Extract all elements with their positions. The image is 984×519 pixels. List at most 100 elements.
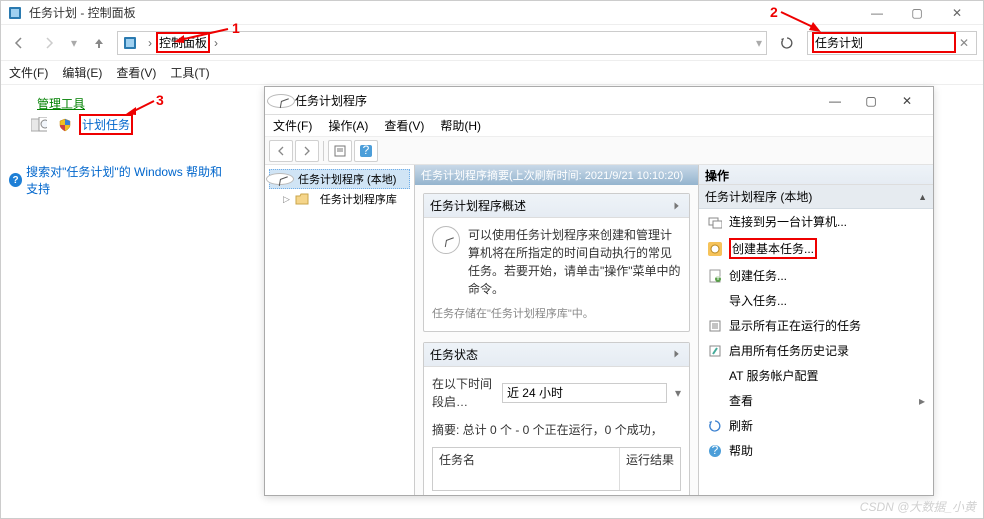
titlebar[interactable]: 任务计划 - 控制面板 — ▢ ✕: [1, 1, 983, 25]
shield-icon: [57, 117, 73, 133]
action-item-label: 帮助: [729, 442, 753, 459]
expand-icon[interactable]: ▷: [283, 194, 290, 205]
dropdown-icon[interactable]: ▾: [756, 36, 762, 50]
menu-file[interactable]: 文件(F): [273, 117, 312, 134]
back-button[interactable]: [269, 140, 293, 162]
collapse-icon[interactable]: ▲: [673, 200, 681, 212]
range-select[interactable]: [502, 383, 667, 403]
help-text: 搜索对"任务计划"的 Windows 帮助和支持: [26, 163, 233, 197]
actions-subheader[interactable]: 任务计划程序 (本地) ▲: [699, 185, 933, 209]
clock-icon: [272, 171, 288, 187]
menu-tools[interactable]: 工具(T): [170, 64, 209, 81]
forward-button[interactable]: [295, 140, 319, 162]
help-link[interactable]: ? 搜索对"任务计划"的 Windows 帮助和支持: [9, 163, 233, 197]
arrow-icon: [124, 98, 156, 116]
at-icon: [707, 368, 723, 384]
titlebar[interactable]: 任务计划程序 — ▢ ✕: [265, 87, 933, 115]
action-item[interactable]: 查看▸: [699, 388, 933, 413]
action-item[interactable]: 显示所有正在运行的任务: [699, 313, 933, 338]
results-pane: 管理工具 计划任务 ? 搜索对"任务计划"的 Windows 帮助和支持: [1, 85, 241, 207]
folder-icon: [294, 191, 310, 207]
action-item-label: AT 服务帐户配置: [729, 367, 819, 384]
action-item[interactable]: +创建任务...: [699, 263, 933, 288]
action-item[interactable]: AT 服务帐户配置: [699, 363, 933, 388]
collapse-icon[interactable]: ▲: [673, 348, 681, 360]
ts-body: 任务计划程序 (本地) ▷ 任务计划程序库 任务计划程序摘要(上次刷新时间: 2…: [265, 165, 933, 495]
minimize-button[interactable]: —: [817, 89, 853, 113]
actions-pane: 操作 任务计划程序 (本地) ▲ 连接到另一台计算机...创建基本任务...+创…: [699, 165, 933, 495]
center-pane: 任务计划程序摘要(上次刷新时间: 2021/9/21 10:10:20) 任务计…: [415, 165, 699, 495]
nav-row: ▾ › 控制面板 › ▾ 任务计划 ✕: [1, 25, 983, 61]
menubar: 文件(F) 操作(A) 查看(V) 帮助(H): [265, 115, 933, 137]
create-icon: +: [707, 268, 723, 284]
close-button[interactable]: ✕: [889, 89, 925, 113]
overview-title-bar[interactable]: 任务计划程序概述 ▲: [424, 194, 689, 218]
admin-tools-link[interactable]: 管理工具: [37, 95, 85, 112]
annotation-number: 1: [232, 20, 240, 36]
maximize-button[interactable]: ▢: [897, 1, 937, 25]
history-icon: [707, 343, 723, 359]
clear-icon[interactable]: ✕: [956, 36, 972, 50]
menu-file[interactable]: 文件(F): [9, 64, 48, 81]
menubar: 文件(F) 编辑(E) 查看(V) 工具(T): [1, 61, 983, 85]
annotation-number: 3: [156, 92, 164, 108]
menu-edit[interactable]: 编辑(E): [62, 64, 102, 81]
menu-help[interactable]: 帮助(H): [440, 117, 481, 134]
action-item-label: 连接到另一台计算机...: [729, 213, 847, 230]
search-input[interactable]: 任务计划: [812, 32, 956, 53]
svg-text:?: ?: [363, 145, 370, 157]
forward-button[interactable]: [37, 31, 61, 55]
refresh-icon: [707, 418, 723, 434]
separator-icon: ›: [148, 36, 152, 50]
properties-button[interactable]: [328, 140, 352, 162]
tree-root-label: 任务计划程序 (本地): [298, 171, 396, 187]
overview-title: 任务计划程序概述: [430, 197, 526, 214]
toolbar: ?: [265, 137, 933, 165]
refresh-button[interactable]: [773, 31, 801, 55]
scheduled-tasks-link[interactable]: 计划任务: [79, 114, 133, 135]
action-item[interactable]: 连接到另一台计算机...: [699, 209, 933, 234]
action-item[interactable]: 启用所有任务历史记录: [699, 338, 933, 363]
actions-list: 连接到另一台计算机... 创建基本任务...+创建任务...导入任务...显示所有…: [699, 209, 933, 495]
minimize-button[interactable]: —: [857, 1, 897, 25]
action-item-label: 查看: [729, 392, 753, 409]
collapse-icon[interactable]: ▲: [918, 192, 927, 202]
action-item[interactable]: ?帮助: [699, 438, 933, 463]
menu-action[interactable]: 操作(A): [328, 117, 368, 134]
control-panel-item-icon: [31, 117, 47, 133]
import-icon: [707, 293, 723, 309]
up-button[interactable]: [87, 31, 111, 55]
control-panel-icon: [122, 35, 138, 51]
watermark: CSDN @大数据_小黄: [860, 498, 976, 515]
tree-item-label: 任务计划程序库: [320, 191, 397, 207]
summary-header: 任务计划程序摘要(上次刷新时间: 2021/9/21 10:10:20): [415, 165, 698, 185]
status-summary: 摘要: 总计 0 个 - 0 个正在运行，0 个成功，: [432, 421, 681, 439]
action-item[interactable]: 导入任务...: [699, 288, 933, 313]
status-title-bar[interactable]: 任务状态 ▲: [424, 343, 689, 367]
clock-icon: [432, 226, 460, 254]
menu-view[interactable]: 查看(V): [116, 64, 156, 81]
back-button[interactable]: [7, 31, 31, 55]
range-label: 在以下时间段启…: [432, 375, 494, 411]
col-name[interactable]: 任务名: [433, 448, 620, 490]
overview-text: 可以使用任务计划程序来创建和管理计算机将在所指定的时间自动执行的常见任务。若要开…: [468, 226, 681, 298]
col-result[interactable]: 运行结果: [620, 448, 680, 490]
maximize-button[interactable]: ▢: [853, 89, 889, 113]
arrow-icon: [779, 8, 823, 34]
connect-icon: [707, 214, 723, 230]
help-button[interactable]: ?: [354, 140, 378, 162]
search-box[interactable]: 任务计划 ✕: [807, 31, 977, 55]
annotation-number: 2: [770, 4, 778, 20]
dropdown-icon[interactable]: ▾: [675, 384, 681, 402]
recent-button[interactable]: ▾: [67, 31, 81, 55]
menu-view[interactable]: 查看(V): [384, 117, 424, 134]
action-item[interactable]: 创建基本任务...: [699, 234, 933, 263]
control-panel-icon: [7, 5, 23, 21]
task-scheduler-window: 任务计划程序 — ▢ ✕ 文件(F) 操作(A) 查看(V) 帮助(H) ? 任…: [264, 86, 934, 496]
status-title: 任务状态: [430, 346, 478, 363]
close-button[interactable]: ✕: [937, 1, 977, 25]
arrow-icon: [172, 26, 230, 44]
action-item[interactable]: 刷新: [699, 413, 933, 438]
tree-item-library[interactable]: ▷ 任务计划程序库: [283, 191, 410, 207]
tree-root[interactable]: 任务计划程序 (本地): [269, 169, 410, 189]
